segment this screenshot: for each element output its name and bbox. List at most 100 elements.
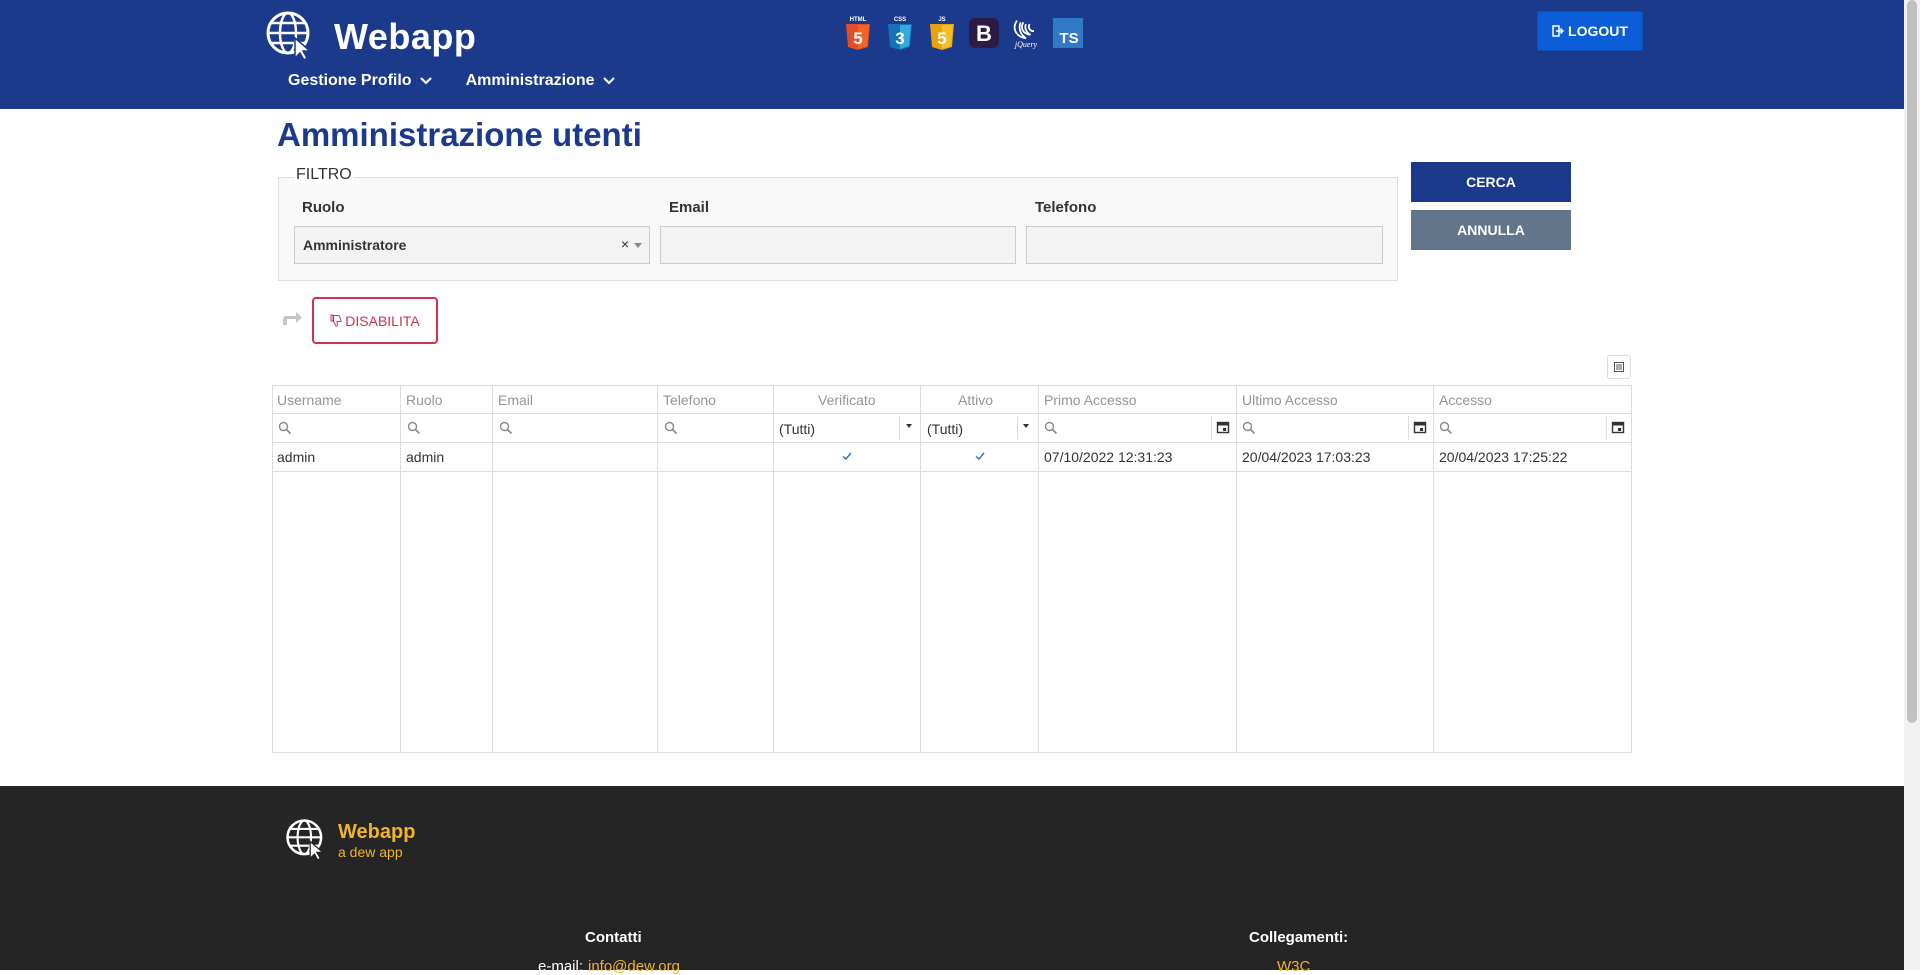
- ruolo-select[interactable]: Amministratore ×: [294, 226, 650, 264]
- grid-col-divider: [1433, 385, 1434, 753]
- grid-col-divider: [920, 385, 921, 753]
- calendar-icon[interactable]: [1413, 420, 1427, 434]
- footer-email-link[interactable]: info@dew.org: [588, 958, 680, 975]
- logout-button[interactable]: LOGOUT: [1537, 11, 1643, 51]
- caret-down-icon[interactable]: [634, 243, 642, 248]
- column-header-attivo[interactable]: Attivo: [958, 392, 993, 408]
- filter-legend: FILTRO: [294, 166, 354, 184]
- disabilita-label: DISABILITA: [345, 312, 420, 329]
- check-icon: [842, 452, 852, 460]
- jquery-caption: jQuery: [1014, 40, 1038, 49]
- logout-label: LOGOUT: [1568, 23, 1628, 39]
- export-button[interactable]: [1607, 355, 1631, 379]
- brand-title[interactable]: Webapp: [334, 16, 476, 58]
- search-icon[interactable]: [1439, 421, 1453, 435]
- verificato-filter-select[interactable]: (Tutti): [779, 421, 815, 437]
- ruolo-select-value: Amministratore: [303, 237, 407, 253]
- column-header-username[interactable]: Username: [277, 392, 342, 408]
- grid-col-divider: [1038, 385, 1039, 753]
- page-footer: [0, 786, 1904, 970]
- nav-gestione-profilo[interactable]: Gestione Profilo: [288, 72, 432, 90]
- logout-icon: [1552, 25, 1565, 37]
- filter-separator: [1408, 416, 1409, 440]
- thumbs-down-icon: [330, 314, 342, 327]
- column-header-accesso[interactable]: Accesso: [1439, 392, 1492, 408]
- footer-contatti-title: Contatti: [585, 929, 642, 946]
- caret-down-icon[interactable]: [906, 424, 912, 428]
- jquery-icon: jQuery: [1010, 15, 1042, 51]
- js-caption: JS: [938, 17, 945, 23]
- email-field[interactable]: [660, 226, 1016, 264]
- grid-filter-divider: [272, 442, 1632, 443]
- clear-icon[interactable]: ×: [621, 236, 629, 252]
- globe-logo-icon[interactable]: [265, 10, 315, 60]
- caret-down-icon[interactable]: [1023, 424, 1029, 428]
- search-icon[interactable]: [278, 421, 292, 435]
- grid-col-divider: [773, 385, 774, 753]
- grid-row-divider: [272, 471, 1632, 472]
- telefono-label: Telefono: [1035, 199, 1097, 216]
- column-header-telefono[interactable]: Telefono: [663, 392, 716, 408]
- attivo-filter-select[interactable]: (Tutti): [927, 421, 963, 437]
- grid-col-divider: [657, 385, 658, 753]
- footer-w3c-link[interactable]: W3C: [1277, 958, 1310, 975]
- column-header-email[interactable]: Email: [498, 392, 533, 408]
- bootstrap-icon: B: [968, 15, 1000, 51]
- cell-username[interactable]: admin: [277, 449, 315, 465]
- chevron-down-icon: [602, 77, 615, 85]
- disabilita-button[interactable]: DISABILITA: [312, 297, 438, 344]
- html5-caption: HTML: [850, 17, 867, 23]
- search-icon[interactable]: [499, 421, 513, 435]
- column-header-ruolo[interactable]: Ruolo: [406, 392, 443, 408]
- column-header-verificato[interactable]: Verificato: [818, 392, 876, 408]
- nav-amministrazione[interactable]: Amministrazione: [466, 72, 615, 90]
- js-glyph: 5: [937, 29, 946, 48]
- ruolo-label: Ruolo: [302, 199, 345, 216]
- page-title: Amministrazione utenti: [277, 116, 642, 153]
- tech-icons: HTML 5 CSS 3 JS 5 B jQuery TS: [842, 15, 1084, 51]
- search-icon[interactable]: [1242, 421, 1256, 435]
- html5-glyph: 5: [853, 29, 862, 48]
- check-icon: [975, 452, 985, 460]
- calendar-icon[interactable]: [1216, 420, 1230, 434]
- annulla-button[interactable]: ANNULLA: [1411, 210, 1571, 250]
- bootstrap-glyph: B: [976, 21, 992, 46]
- cerca-button[interactable]: CERCA: [1411, 162, 1571, 202]
- cell-ruolo[interactable]: admin: [406, 449, 444, 465]
- cell-primo-accesso[interactable]: 07/10/2022 12:31:23: [1044, 449, 1172, 465]
- filter-separator: [899, 416, 900, 440]
- nav-gestione-profilo-label: Gestione Profilo: [288, 72, 412, 89]
- css3-caption: CSS: [894, 17, 906, 23]
- typescript-glyph: TS: [1059, 30, 1078, 47]
- filter-separator: [1211, 416, 1212, 440]
- search-icon[interactable]: [664, 421, 678, 435]
- main-nav: Gestione Profilo Amministrazione: [288, 72, 615, 90]
- filter-separator: [1017, 416, 1018, 440]
- forward-arrow-icon: [283, 312, 302, 325]
- column-header-primo-accesso[interactable]: Primo Accesso: [1044, 392, 1137, 408]
- grid-col-divider: [400, 385, 401, 753]
- telefono-field[interactable]: [1026, 226, 1383, 264]
- filter-separator: [1606, 416, 1607, 440]
- footer-brand[interactable]: Webapp: [338, 821, 415, 844]
- js-icon: JS 5: [926, 15, 958, 51]
- calendar-icon[interactable]: [1611, 420, 1625, 434]
- users-grid: [272, 385, 1632, 753]
- html5-icon: HTML 5: [842, 15, 874, 51]
- grid-col-divider: [1236, 385, 1237, 753]
- css3-glyph: 3: [895, 29, 904, 48]
- footer-email-label: e-mail:: [538, 958, 584, 975]
- search-icon[interactable]: [407, 421, 421, 435]
- search-icon[interactable]: [1044, 421, 1058, 435]
- grid-header-divider: [272, 413, 1632, 414]
- page-scrollbar-thumb[interactable]: [1907, 0, 1917, 723]
- css3-icon: CSS 3: [884, 15, 916, 51]
- grid-col-divider: [492, 385, 493, 753]
- cell-ultimo-accesso[interactable]: 20/04/2023 17:03:23: [1242, 449, 1370, 465]
- footer-collegamenti-title: Collegamenti:: [1249, 929, 1349, 946]
- cell-accesso[interactable]: 20/04/2023 17:25:22: [1439, 449, 1567, 465]
- globe-logo-icon: [286, 819, 325, 860]
- export-icon: [1614, 362, 1624, 372]
- footer-tagline: a dew app: [338, 844, 403, 860]
- column-header-ultimo-accesso[interactable]: Ultimo Accesso: [1242, 392, 1338, 408]
